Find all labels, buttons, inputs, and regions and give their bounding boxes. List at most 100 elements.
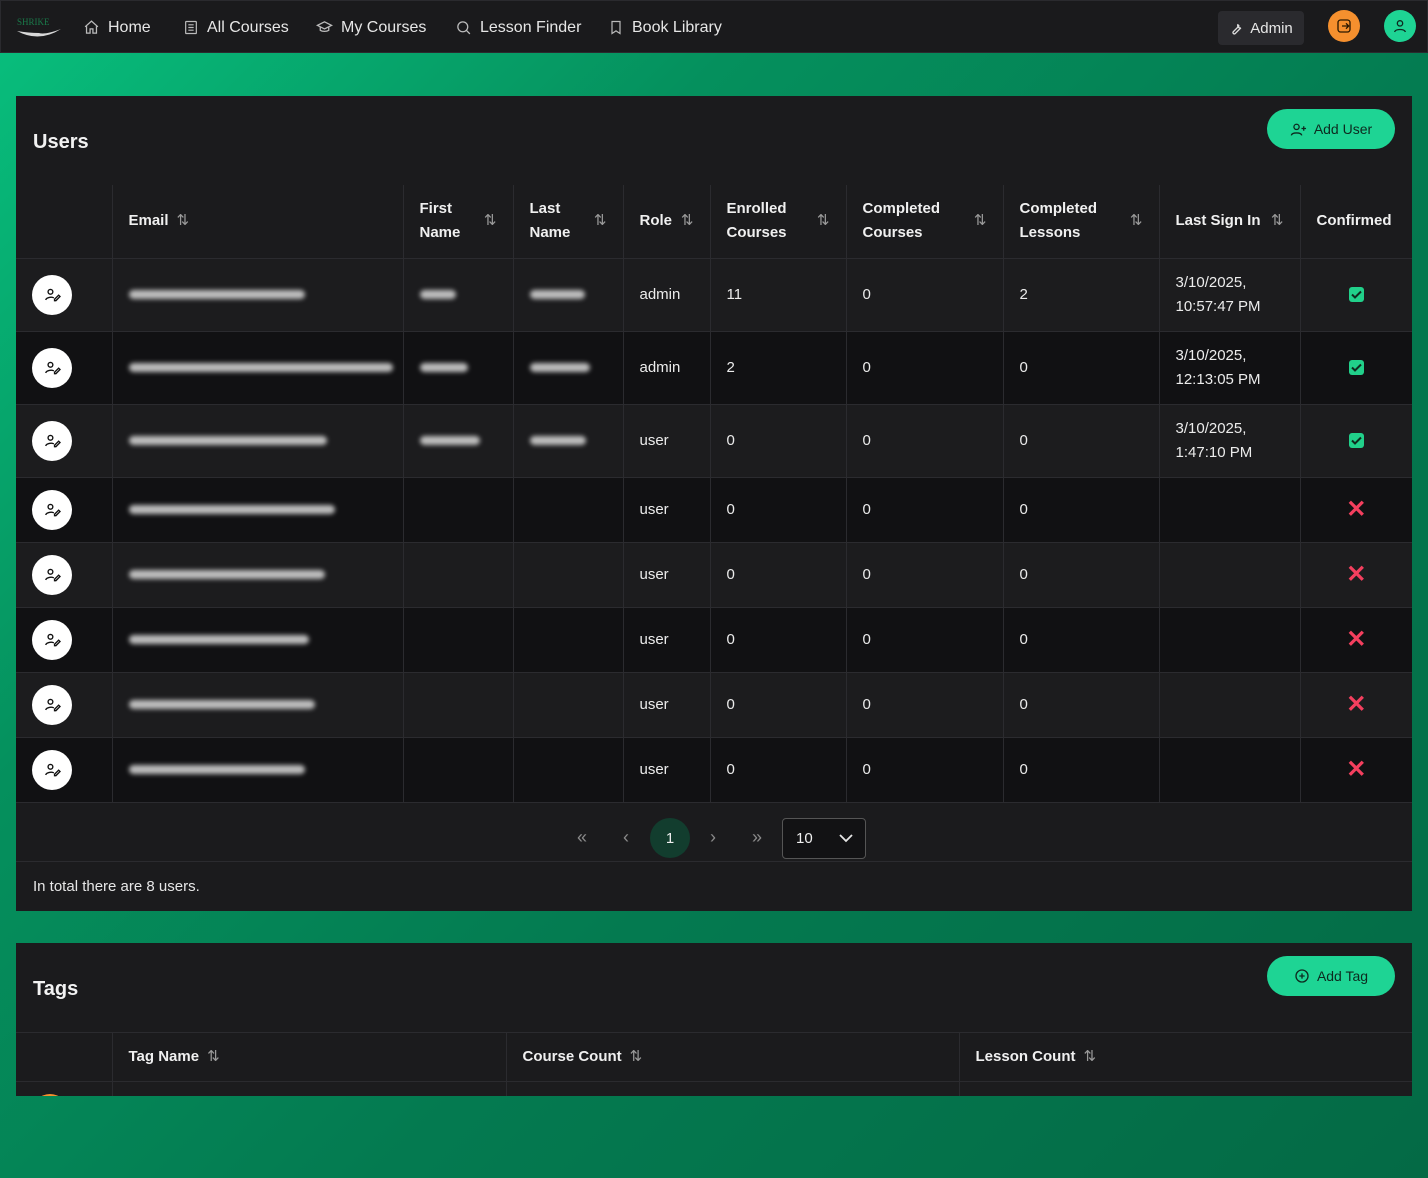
completed-lessons-cell: 0: [1003, 672, 1160, 738]
user-edit-icon: [44, 633, 61, 647]
graduation-cap-icon: [316, 21, 333, 33]
last-sign-in-cell: [1159, 542, 1301, 608]
enrolled-courses-cell: 2: [710, 331, 847, 405]
header-last-sign-in-label: Last Sign In: [1175, 212, 1261, 230]
header-confirmed-label: Confirmed: [1316, 212, 1392, 230]
edit-user-button[interactable]: [32, 420, 72, 461]
pagination: « ‹ 1 › » 10: [16, 802, 1412, 862]
confirmed-cell: [1300, 404, 1412, 478]
edit-user-button[interactable]: [32, 554, 72, 595]
last-page-button[interactable]: »: [738, 818, 776, 856]
bookmark-icon: [611, 20, 621, 35]
edit-user-button[interactable]: [32, 749, 72, 790]
shrike-logo[interactable]: SHRIKE: [15, 13, 63, 41]
header-completed-courses[interactable]: Completed Courses ⇅: [846, 185, 1004, 259]
completed-lessons-cell: 0: [1003, 404, 1160, 478]
header-last-sign-in[interactable]: Last Sign In ⇅: [1159, 185, 1301, 259]
email-cell: [112, 672, 404, 738]
top-navbar: SHRIKE Home All Courses My Courses Lesso…: [0, 0, 1428, 53]
last-name-cell: [513, 672, 624, 738]
sort-icon[interactable]: ⇅: [177, 209, 190, 233]
confirmed-check-icon: [1348, 433, 1364, 448]
enrolled-courses-cell: 0: [710, 477, 847, 543]
row-actions-cell: [16, 477, 113, 543]
header-email[interactable]: Email ⇅: [112, 185, 404, 259]
email-cell: [112, 331, 404, 405]
edit-tag-button[interactable]: [32, 1094, 68, 1096]
header-course-count[interactable]: Course Count ⇅: [506, 1032, 960, 1082]
email-cell: [112, 477, 404, 543]
sort-icon[interactable]: ⇅: [817, 209, 830, 233]
header-first-name-label: First Name: [419, 200, 461, 242]
nav-book-library[interactable]: Book Library: [608, 1, 722, 54]
document-icon: [185, 20, 197, 35]
edit-user-button[interactable]: [32, 489, 72, 530]
row-actions-cell: [16, 542, 113, 608]
admin-button[interactable]: Admin: [1218, 11, 1304, 45]
header-enrolled-courses[interactable]: Enrolled Courses ⇅: [710, 185, 847, 259]
profile-button[interactable]: [1384, 10, 1416, 42]
header-lesson-count[interactable]: Lesson Count ⇅: [959, 1032, 1412, 1082]
page-size-select[interactable]: 10: [782, 818, 866, 859]
last-sign-in-cell: 3/10/2025, 12:13:05 PM: [1159, 331, 1301, 405]
email-cell: [112, 542, 404, 608]
header-enrolled-label: Enrolled Courses: [726, 200, 787, 242]
edit-user-button[interactable]: [32, 684, 72, 725]
sort-icon[interactable]: ⇅: [630, 1045, 643, 1069]
sort-icon[interactable]: ⇅: [974, 209, 987, 233]
prev-page-button[interactable]: ‹: [607, 818, 645, 856]
nav-all-courses[interactable]: All Courses: [183, 1, 289, 54]
confirmed-cell: [1300, 331, 1412, 405]
sort-icon[interactable]: ⇅: [484, 209, 497, 233]
table-row: user 0 0 0 ✕: [16, 672, 1412, 738]
header-tag-name[interactable]: Tag Name ⇅: [112, 1032, 507, 1082]
next-page-button[interactable]: ›: [694, 818, 732, 856]
add-tag-button[interactable]: Add Tag: [1267, 956, 1395, 996]
email-cell: [112, 404, 404, 478]
header-first-name[interactable]: First Name ⇅: [403, 185, 514, 259]
email-cell: [112, 737, 404, 803]
header-role[interactable]: Role ⇅: [623, 185, 711, 259]
table-row: user 0 0 0 ✕: [16, 607, 1412, 673]
add-user-button[interactable]: Add User: [1267, 109, 1395, 149]
nav-my-courses[interactable]: My Courses: [316, 1, 426, 54]
sort-icon[interactable]: ⇅: [594, 209, 607, 233]
completed-courses-cell: 0: [846, 737, 1004, 803]
sort-icon[interactable]: ⇅: [1130, 209, 1143, 233]
enrolled-courses-cell: 0: [710, 737, 847, 803]
svg-text:SHRIKE: SHRIKE: [17, 17, 50, 27]
edit-user-button[interactable]: [32, 619, 72, 660]
nav-home-label: Home: [108, 18, 151, 36]
tag-actions-cell: [16, 1081, 113, 1096]
sort-icon[interactable]: ⇅: [1271, 209, 1284, 233]
admin-button-label: Admin: [1250, 19, 1293, 37]
nav-home[interactable]: Home: [83, 1, 151, 54]
first-page-button[interactable]: «: [563, 818, 601, 856]
logout-button[interactable]: [1328, 10, 1360, 42]
first-name-cell: [403, 477, 514, 543]
redacted-text: [128, 764, 305, 774]
user-icon: [1394, 20, 1406, 33]
edit-user-button[interactable]: [32, 274, 72, 315]
add-tag-label: Add Tag: [1316, 968, 1369, 984]
nav-lesson-finder[interactable]: Lesson Finder: [455, 1, 581, 54]
tags-table: Tag Name ⇅ Course Count ⇅ Lesson Count ⇅: [16, 1032, 1412, 1096]
logout-icon: [1337, 19, 1351, 33]
user-edit-icon: [44, 698, 61, 712]
row-actions-cell: [16, 404, 113, 478]
edit-user-button[interactable]: [32, 347, 72, 388]
tags-header-row: Tag Name ⇅ Course Count ⇅ Lesson Count ⇅: [16, 1032, 1412, 1082]
sort-icon[interactable]: ⇅: [207, 1045, 220, 1069]
sort-icon[interactable]: ⇅: [1084, 1045, 1097, 1069]
wrench-icon: [1232, 23, 1242, 34]
header-last-name[interactable]: Last Name ⇅: [513, 185, 624, 259]
completed-lessons-cell: 0: [1003, 477, 1160, 543]
sort-icon[interactable]: ⇅: [681, 209, 694, 233]
header-completed-lessons[interactable]: Completed Lessons ⇅: [1003, 185, 1160, 259]
unconfirmed-x-icon: ✕: [1346, 755, 1367, 783]
redacted-text: [128, 289, 305, 299]
page-1-button[interactable]: 1: [650, 818, 690, 858]
users-panel: Users Add User Email ⇅ First Name ⇅ Last N…: [16, 96, 1412, 911]
last-sign-in-time: 12:13:05 PM: [1175, 370, 1261, 388]
user-edit-icon: [44, 434, 61, 448]
